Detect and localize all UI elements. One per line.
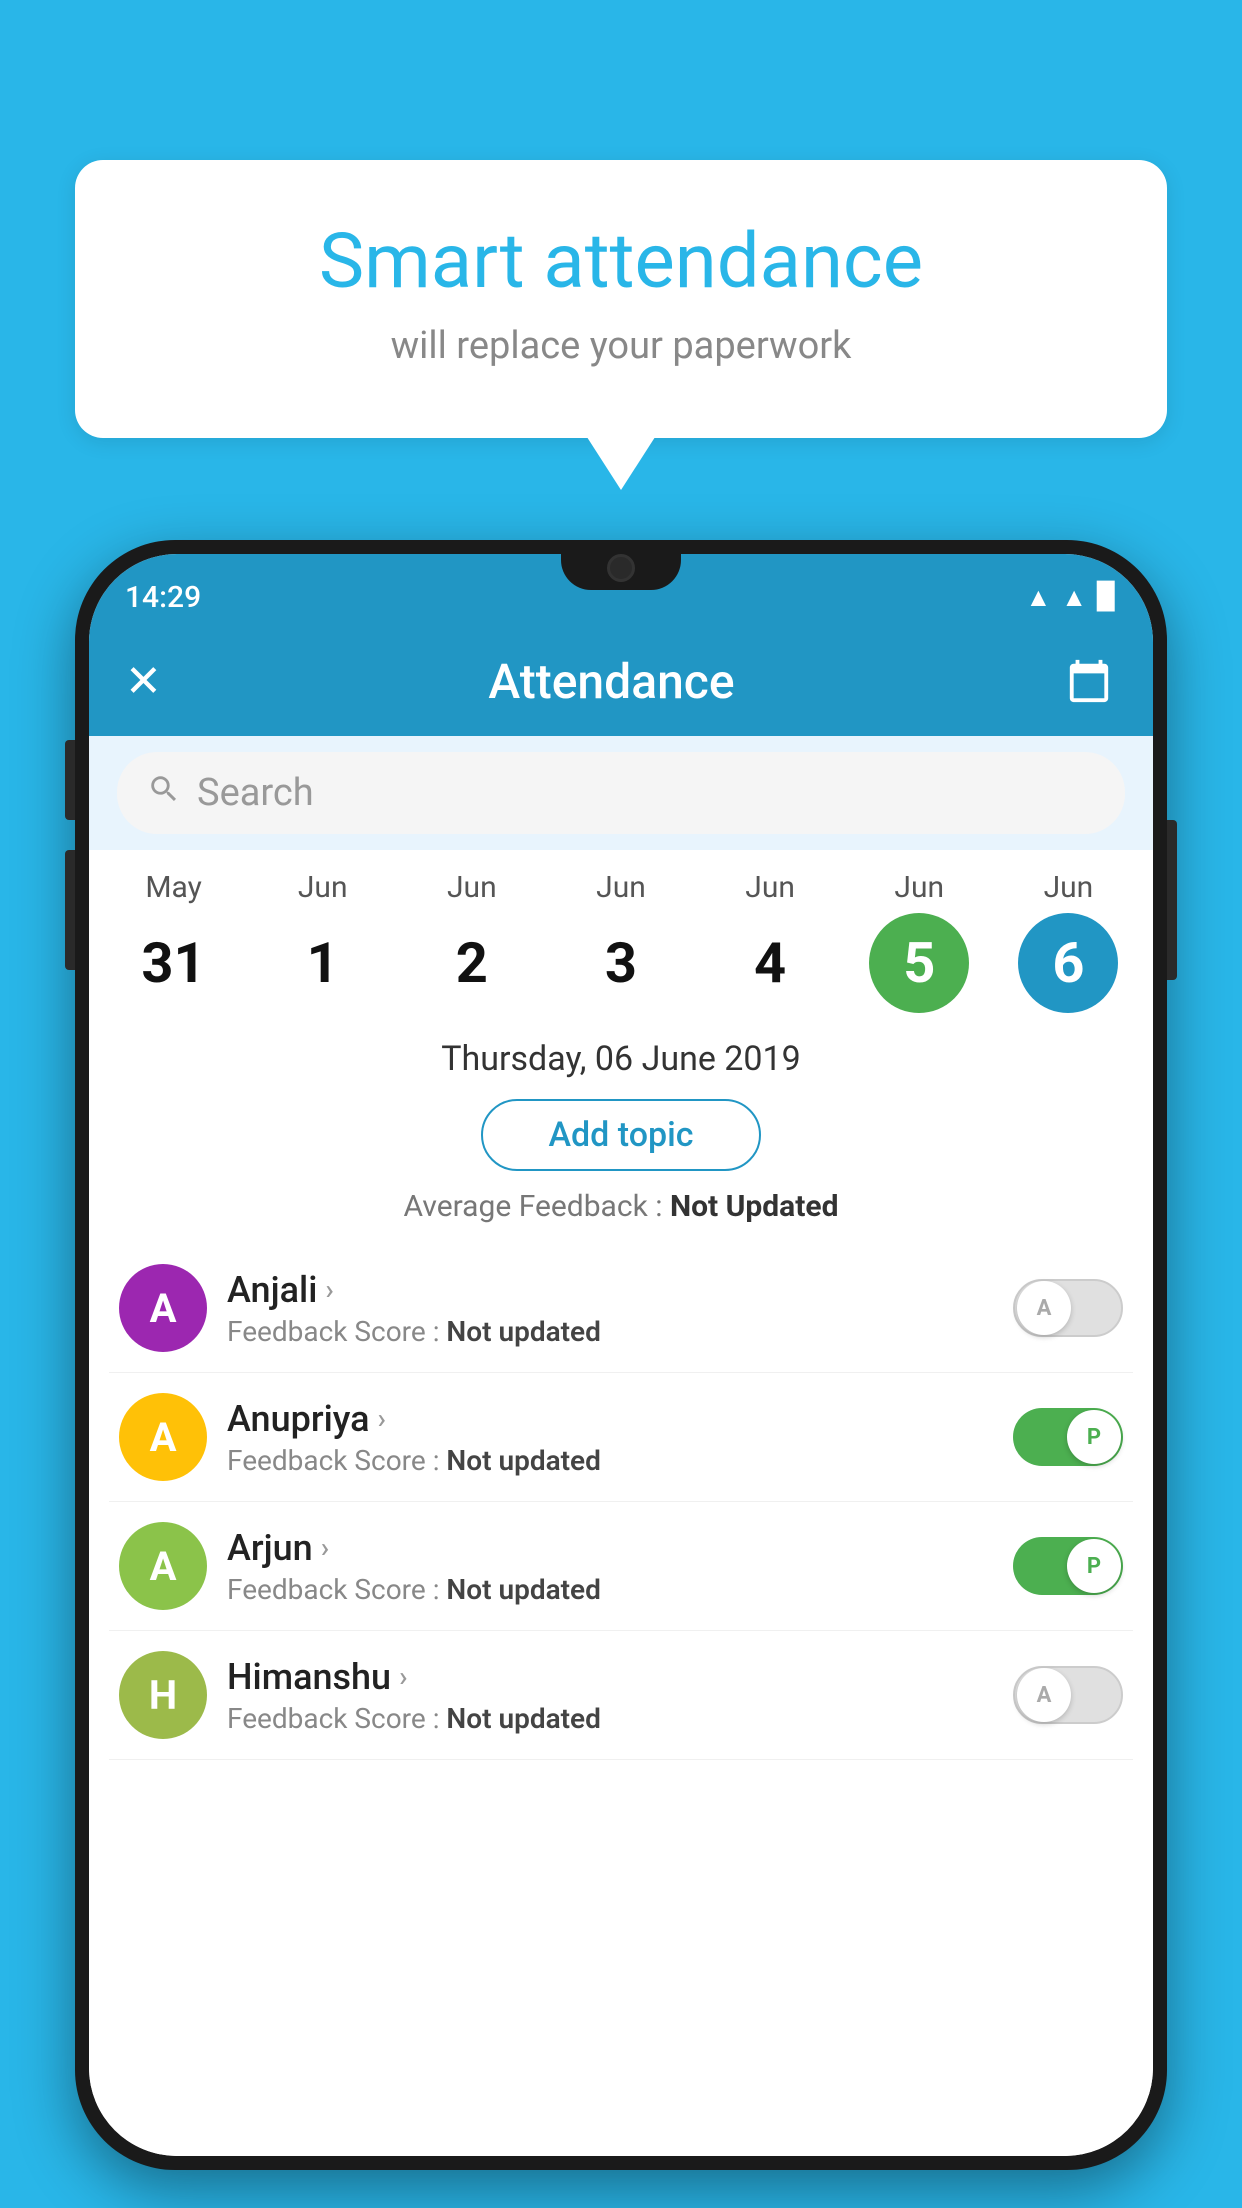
- volume-down-button: [65, 850, 75, 970]
- speech-bubble-title: Smart attendance: [135, 220, 1107, 304]
- date-jun2[interactable]: Jun 2: [412, 870, 532, 1013]
- toggle-thumb: A: [1017, 1281, 1071, 1335]
- signal-icon: ▲: [1061, 582, 1087, 613]
- student-name: Anupriya ›: [227, 1398, 993, 1440]
- toggle-thumb: P: [1067, 1539, 1121, 1593]
- toggle-thumb: A: [1017, 1668, 1071, 1722]
- student-info: Arjun › Feedback Score : Not updated: [227, 1527, 993, 1606]
- phone-screen: 14:29 ▲ ▲ ▉ ✕ Attendance: [89, 554, 1153, 2156]
- student-name: Anjali ›: [227, 1269, 993, 1311]
- student-info: Anupriya › Feedback Score : Not updated: [227, 1398, 993, 1477]
- attendance-toggle[interactable]: P: [1013, 1408, 1123, 1466]
- status-time: 14:29: [125, 580, 201, 615]
- toggle-thumb: P: [1067, 1410, 1121, 1464]
- attendance-toggle[interactable]: A: [1013, 1666, 1123, 1724]
- power-button: [1167, 820, 1177, 980]
- phone-outer: 14:29 ▲ ▲ ▉ ✕ Attendance: [75, 540, 1167, 2170]
- toggle-on[interactable]: P: [1013, 1537, 1123, 1595]
- student-info: Anjali › Feedback Score : Not updated: [227, 1269, 993, 1348]
- speech-bubble: Smart attendance will replace your paper…: [75, 160, 1167, 438]
- chevron-right-icon: ›: [321, 1531, 329, 1564]
- speech-bubble-subtitle: will replace your paperwork: [135, 324, 1107, 368]
- close-button[interactable]: ✕: [125, 655, 162, 707]
- search-input[interactable]: Search: [197, 771, 314, 815]
- average-feedback: Average Feedback : Not Updated: [89, 1181, 1153, 1244]
- camera-icon: [607, 554, 635, 582]
- date-jun3[interactable]: Jun 3: [561, 870, 681, 1013]
- student-name: Arjun ›: [227, 1527, 993, 1569]
- student-feedback: Feedback Score : Not updated: [227, 1573, 993, 1606]
- student-feedback: Feedback Score : Not updated: [227, 1444, 993, 1477]
- avg-feedback-value: Not Updated: [670, 1189, 839, 1224]
- student-feedback: Feedback Score : Not updated: [227, 1315, 993, 1348]
- date-jun6[interactable]: Jun 6: [1008, 870, 1128, 1013]
- student-item[interactable]: A Arjun › Feedback Score : Not updated: [109, 1502, 1133, 1631]
- avg-feedback-label: Average Feedback :: [404, 1189, 670, 1224]
- student-info: Himanshu › Feedback Score : Not updated: [227, 1656, 993, 1735]
- selected-date-label: Thursday, 06 June 2019: [89, 1023, 1153, 1089]
- date-strip: May 31 Jun 1 Jun 2 Jun: [89, 850, 1153, 1023]
- toggle-off[interactable]: A: [1013, 1666, 1123, 1724]
- battery-icon: ▉: [1097, 582, 1117, 612]
- avatar: H: [119, 1651, 207, 1739]
- avatar: A: [119, 1393, 207, 1481]
- date-jun1[interactable]: Jun 1: [263, 870, 383, 1013]
- avatar: A: [119, 1522, 207, 1610]
- chevron-right-icon: ›: [399, 1660, 407, 1693]
- student-item[interactable]: H Himanshu › Feedback Score : Not update…: [109, 1631, 1133, 1760]
- chevron-right-icon: ›: [325, 1273, 333, 1306]
- toggle-off[interactable]: A: [1013, 1279, 1123, 1337]
- phone-wrapper: 14:29 ▲ ▲ ▉ ✕ Attendance: [75, 540, 1167, 2208]
- date-jun5[interactable]: Jun 5: [859, 870, 979, 1013]
- student-item[interactable]: A Anjali › Feedback Score : Not updated: [109, 1244, 1133, 1373]
- app-bar: ✕ Attendance: [89, 626, 1153, 736]
- date-may31[interactable]: May 31: [114, 870, 234, 1013]
- search-icon: [147, 772, 181, 815]
- date-jun4[interactable]: Jun 4: [710, 870, 830, 1013]
- status-icons: ▲ ▲ ▉: [1026, 582, 1117, 613]
- student-feedback: Feedback Score : Not updated: [227, 1702, 993, 1735]
- student-name: Himanshu ›: [227, 1656, 993, 1698]
- student-list: A Anjali › Feedback Score : Not updated: [89, 1244, 1153, 1760]
- add-topic-label: Add topic: [548, 1115, 693, 1155]
- app-bar-title: Attendance: [488, 653, 734, 710]
- search-bar[interactable]: Search: [117, 752, 1125, 834]
- toggle-on[interactable]: P: [1013, 1408, 1123, 1466]
- calendar-button[interactable]: [1061, 653, 1117, 709]
- content-area: Search May 31 Jun 1: [89, 736, 1153, 2156]
- volume-up-button: [65, 740, 75, 820]
- wifi-icon: ▲: [1026, 582, 1052, 613]
- chevron-right-icon: ›: [378, 1402, 386, 1435]
- student-item[interactable]: A Anupriya › Feedback Score : Not update…: [109, 1373, 1133, 1502]
- search-bar-container: Search: [89, 736, 1153, 850]
- avatar: A: [119, 1264, 207, 1352]
- attendance-toggle[interactable]: P: [1013, 1537, 1123, 1595]
- add-topic-button[interactable]: Add topic: [481, 1099, 761, 1171]
- attendance-toggle[interactable]: A: [1013, 1279, 1123, 1337]
